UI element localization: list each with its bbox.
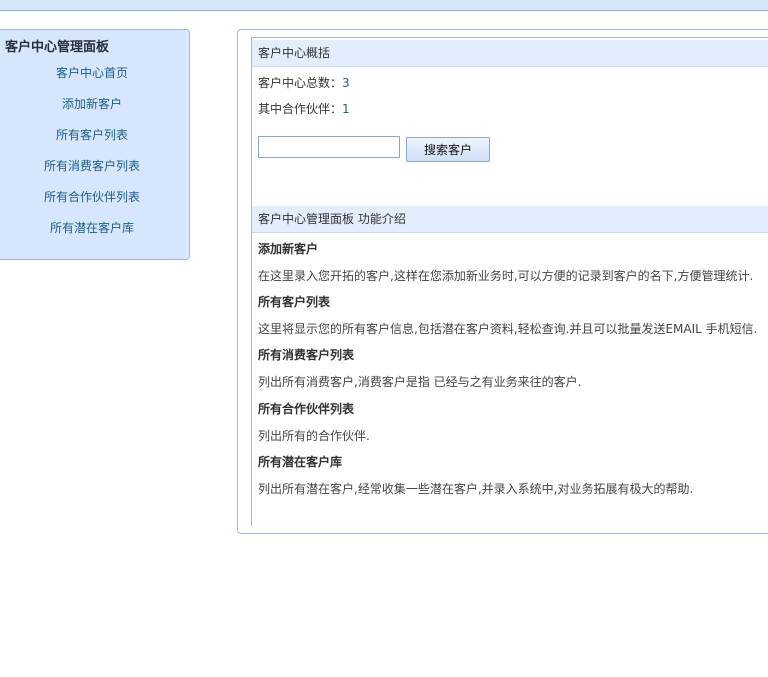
search-customer-button[interactable]: 搜索客户 bbox=[406, 137, 490, 162]
feature-title-partners: 所有合作伙伴列表 bbox=[258, 402, 355, 416]
main-panel-inner: 客户中心概括 客户中心总数：3 其中合作伙伴：1 搜索客户 客户中心管理面板 功… bbox=[251, 37, 768, 526]
feature-desc-consumer-customers: 列出所有消费客户,消费客户是指 已经与之有业务来往的客户. bbox=[258, 375, 582, 389]
feature-title-add-customer: 添加新客户 bbox=[258, 242, 319, 256]
top-bar bbox=[0, 0, 768, 11]
total-count-value: 3 bbox=[342, 76, 350, 90]
menu-item-home[interactable]: 客户中心首页 bbox=[0, 63, 189, 94]
features-header: 客户中心管理面板 功能介绍 bbox=[252, 206, 768, 233]
feature-desc-partners: 列出所有的合作伙伴. bbox=[258, 429, 370, 443]
partner-count-row: 其中合作伙伴：1 bbox=[258, 100, 350, 117]
overview-header: 客户中心概括 bbox=[252, 40, 768, 67]
menu-item-partners[interactable]: 所有合作伙伴列表 bbox=[0, 187, 189, 218]
search-input[interactable] bbox=[258, 136, 400, 158]
total-count-row: 客户中心总数：3 bbox=[258, 74, 350, 91]
menu-item-add-customer[interactable]: 添加新客户 bbox=[0, 94, 189, 125]
partner-count-value: 1 bbox=[342, 102, 350, 116]
left-panel: 客户中心管理面板 客户中心首页 添加新客户 所有客户列表 所有消费客户列表 所有… bbox=[0, 29, 190, 260]
feature-desc-all-customers: 这里将显示您的所有客户信息,包括潜在客户资料,轻松查询.并且可以批量发送EMAI… bbox=[258, 322, 758, 336]
menu-item-potential-customers[interactable]: 所有潜在客户库 bbox=[0, 218, 189, 249]
left-panel-title: 客户中心管理面板 bbox=[5, 40, 110, 55]
main-panel: 客户中心概括 客户中心总数：3 其中合作伙伴：1 搜索客户 客户中心管理面板 功… bbox=[237, 29, 768, 534]
feature-desc-add-customer: 在这里录入您开拓的客户,这样在您添加新业务时,可以方便的记录到客户的名下,方便管… bbox=[258, 269, 754, 283]
total-count-label: 客户中心总数： bbox=[258, 76, 343, 90]
feature-desc-potential-customers: 列出所有潜在客户,经常收集一些潜在客户,并录入系统中,对业务拓展有极大的帮助. bbox=[258, 482, 694, 496]
feature-title-all-customers: 所有客户列表 bbox=[258, 295, 331, 309]
menu-item-all-customers[interactable]: 所有客户列表 bbox=[0, 125, 189, 156]
left-menu: 客户中心首页 添加新客户 所有客户列表 所有消费客户列表 所有合作伙伴列表 所有… bbox=[0, 63, 189, 249]
menu-item-consumer-customers[interactable]: 所有消费客户列表 bbox=[0, 156, 189, 187]
feature-title-consumer-customers: 所有消费客户列表 bbox=[258, 348, 355, 362]
partner-count-label: 其中合作伙伴： bbox=[258, 102, 343, 116]
feature-title-potential-customers: 所有潜在客户库 bbox=[258, 455, 343, 469]
